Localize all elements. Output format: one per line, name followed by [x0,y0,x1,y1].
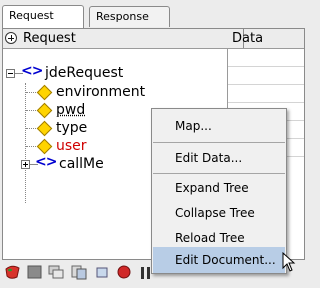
attribute-icon [36,84,53,101]
data-cell[interactable] [228,85,304,103]
mouse-pointer-icon [282,252,296,272]
red-shape-icon[interactable] [4,264,21,280]
menu-item-expand-tree[interactable]: Expand Tree [153,175,285,201]
tab-response[interactable]: Response [89,6,170,27]
data-cell[interactable] [228,67,304,85]
attribute-icon [36,120,53,137]
bottom-toolbar [4,264,159,286]
tree-row-root[interactable]: <> jdeRequest [3,63,225,83]
tree-node-label: environment [56,84,146,100]
tree-node-label: callMe [59,156,104,172]
stack-icon[interactable] [48,264,65,280]
tree-row[interactable]: environment [3,83,225,102]
small-icon[interactable] [94,264,111,280]
gray-square-icon[interactable] [26,264,43,280]
column-header-request[interactable]: Request [5,29,244,48]
attribute-icon [36,138,53,155]
attribute-icon [36,102,53,119]
tab-request[interactable]: Request [2,5,84,28]
bars-icon[interactable] [138,264,155,280]
red-ball-icon[interactable] [116,264,133,280]
menu-separator [153,173,285,174]
tree-node-label: type [56,120,88,136]
column-header-data[interactable]: Data [229,29,304,48]
tree-node-label: pwd [56,102,86,118]
stack2-icon[interactable] [70,264,87,280]
element-tag-icon: <> [21,63,43,79]
tree-node-label: jdeRequest [45,65,124,81]
context-menu: Map... Edit Data... Expand Tree Collapse… [151,108,287,274]
table-header: Request Data [3,29,304,49]
expand-icon[interactable] [21,160,30,169]
data-cell[interactable] [228,49,304,67]
tree-node-label: user [56,138,87,154]
menu-separator [153,142,285,143]
element-tag-icon: <> [35,154,57,170]
menu-item-map[interactable]: Map... [153,113,285,139]
menu-item-edit-data[interactable]: Edit Data... [153,145,285,171]
menu-item-collapse-tree[interactable]: Collapse Tree [153,200,285,226]
collapse-icon[interactable] [6,69,15,78]
menu-item-edit-document[interactable]: Edit Document... [153,247,285,273]
